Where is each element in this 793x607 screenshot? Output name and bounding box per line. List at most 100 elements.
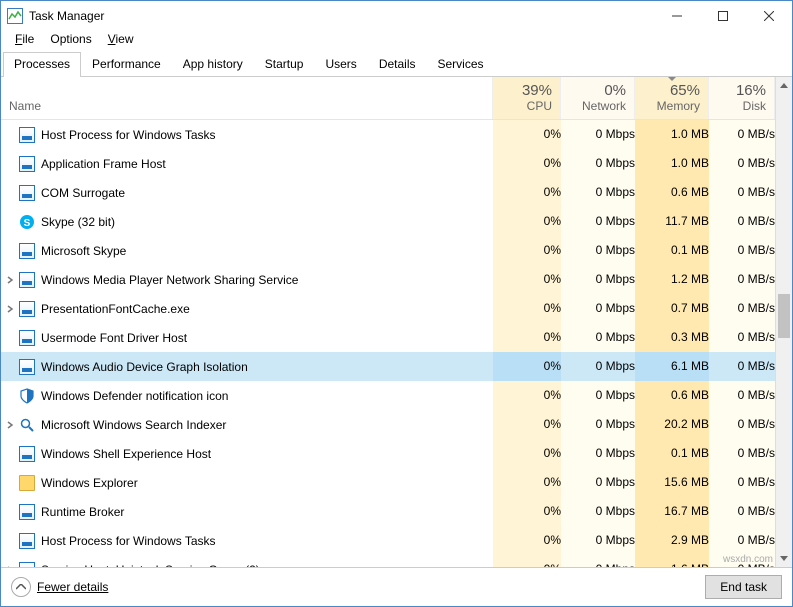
end-task-button[interactable]: End task (705, 575, 782, 599)
expand-chevron-icon[interactable] (5, 274, 17, 286)
col-name[interactable]: Name (1, 77, 493, 119)
cell-net: 0 Mbps (561, 120, 635, 150)
tab-processes[interactable]: Processes (3, 52, 81, 77)
process-name: Usermode Font Driver Host (41, 331, 187, 345)
menu-options[interactable]: Options (42, 31, 99, 49)
cell-mem: 0.1 MB (635, 439, 709, 468)
generic-icon (19, 330, 35, 346)
expand-chevron-icon[interactable] (5, 564, 17, 568)
cell-disk: 0 MB/s (709, 294, 775, 323)
svg-text:S: S (24, 218, 31, 229)
cell-cpu: 0% (493, 120, 561, 150)
expand-chevron-icon[interactable] (5, 419, 17, 431)
process-row[interactable]: Runtime Broker0%0 Mbps16.7 MB0 MB/s (1, 497, 775, 526)
cell-cpu: 0% (493, 526, 561, 555)
cell-mem: 0.7 MB (635, 294, 709, 323)
expand-chevron-icon (5, 216, 17, 228)
process-name: Windows Audio Device Graph Isolation (41, 360, 248, 374)
fewer-details-label: Fewer details (37, 580, 108, 594)
cell-mem: 1.6 MB (635, 555, 709, 567)
cell-cpu: 0% (493, 468, 561, 497)
cell-cpu: 0% (493, 410, 561, 439)
menu-file[interactable]: File (7, 31, 42, 49)
scroll-thumb[interactable] (778, 294, 790, 338)
cell-cpu: 0% (493, 149, 561, 178)
generic-icon (19, 504, 35, 520)
cell-disk: 0 MB/s (709, 497, 775, 526)
process-name: Microsoft Skype (41, 244, 126, 258)
menu-view[interactable]: View (100, 31, 142, 49)
cell-disk: 0 MB/s (709, 381, 775, 410)
vertical-scrollbar[interactable] (775, 77, 792, 567)
process-row[interactable]: Windows Explorer0%0 Mbps15.6 MB0 MB/s (1, 468, 775, 497)
col-network[interactable]: 0%Network (561, 77, 635, 119)
cell-net: 0 Mbps (561, 236, 635, 265)
col-disk[interactable]: 16%Disk (709, 77, 775, 119)
cell-cpu: 0% (493, 265, 561, 294)
cell-cpu: 0% (493, 236, 561, 265)
process-row[interactable]: PresentationFontCache.exe0%0 Mbps0.7 MB0… (1, 294, 775, 323)
maximize-button[interactable] (700, 1, 746, 31)
cell-cpu: 0% (493, 323, 561, 352)
tab-performance[interactable]: Performance (81, 52, 172, 77)
col-memory[interactable]: 65%Memory (635, 77, 709, 119)
generic-icon (19, 301, 35, 317)
generic-icon (19, 562, 35, 568)
cell-net: 0 Mbps (561, 381, 635, 410)
process-row[interactable]: COM Surrogate0%0 Mbps0.6 MB0 MB/s (1, 178, 775, 207)
process-row[interactable]: Host Process for Windows Tasks0%0 Mbps1.… (1, 120, 775, 150)
process-row[interactable]: Microsoft Skype0%0 Mbps0.1 MB0 MB/s (1, 236, 775, 265)
cell-mem: 1.0 MB (635, 149, 709, 178)
process-row[interactable]: Host Process for Windows Tasks0%0 Mbps2.… (1, 526, 775, 555)
process-row[interactable]: Windows Shell Experience Host 0%0 Mbps0.1… (1, 439, 775, 468)
cell-mem: 0.6 MB (635, 381, 709, 410)
tab-users[interactable]: Users (314, 52, 367, 77)
process-row[interactable]: SSkype (32 bit)0%0 Mbps11.7 MB0 MB/s (1, 207, 775, 236)
close-button[interactable] (746, 1, 792, 31)
cell-mem: 16.7 MB (635, 497, 709, 526)
process-row[interactable]: Windows Audio Device Graph Isolation0%0 … (1, 352, 775, 381)
col-cpu[interactable]: 39%CPU (493, 77, 561, 119)
process-name: Runtime Broker (41, 505, 124, 519)
footer: Fewer details End task (1, 568, 792, 606)
generic-icon (19, 243, 35, 259)
process-row[interactable]: Usermode Font Driver Host0%0 Mbps0.3 MB0… (1, 323, 775, 352)
cell-cpu: 0% (493, 352, 561, 381)
process-name: Service Host: Unistack Service Group (2) (41, 563, 260, 568)
process-row[interactable]: Service Host: Unistack Service Group (2)… (1, 555, 775, 567)
cell-cpu: 0% (493, 381, 561, 410)
expand-chevron-icon[interactable] (5, 303, 17, 315)
watermark: wsxdn.com (723, 554, 773, 565)
minimize-button[interactable] (654, 1, 700, 31)
tab-startup[interactable]: Startup (254, 52, 315, 77)
cell-net: 0 Mbps (561, 323, 635, 352)
scroll-down-button[interactable] (776, 550, 792, 567)
expand-chevron-icon (5, 477, 17, 489)
cell-net: 0 Mbps (561, 439, 635, 468)
scroll-track[interactable] (776, 94, 792, 550)
process-row[interactable]: Windows Defender notification icon0%0 Mb… (1, 381, 775, 410)
process-row[interactable]: Microsoft Windows Search Indexer0%0 Mbps… (1, 410, 775, 439)
process-name: Windows Shell Experience Host (41, 447, 211, 461)
generic-icon (19, 185, 35, 201)
tab-details[interactable]: Details (368, 52, 427, 77)
cell-cpu: 0% (493, 439, 561, 468)
expand-chevron-icon (5, 129, 17, 141)
cell-cpu: 0% (493, 294, 561, 323)
cell-mem: 0.3 MB (635, 323, 709, 352)
cell-mem: 6.1 MB (635, 352, 709, 381)
search-icon (19, 417, 35, 433)
process-row[interactable]: Windows Media Player Network Sharing Ser… (1, 265, 775, 294)
fewer-details-toggle[interactable]: Fewer details (11, 577, 108, 597)
cell-mem: 1.0 MB (635, 120, 709, 150)
cell-disk: 0 MB/s (709, 439, 775, 468)
tab-services[interactable]: Services (427, 52, 495, 77)
scroll-up-button[interactable] (776, 77, 792, 94)
process-row[interactable]: Application Frame Host0%0 Mbps1.0 MB0 MB… (1, 149, 775, 178)
cell-cpu: 0% (493, 207, 561, 236)
cell-disk: 0 MB/s (709, 410, 775, 439)
cell-net: 0 Mbps (561, 149, 635, 178)
cell-disk: 0 MB/s (709, 120, 775, 150)
generic-icon (19, 359, 35, 375)
tab-app-history[interactable]: App history (172, 52, 254, 77)
